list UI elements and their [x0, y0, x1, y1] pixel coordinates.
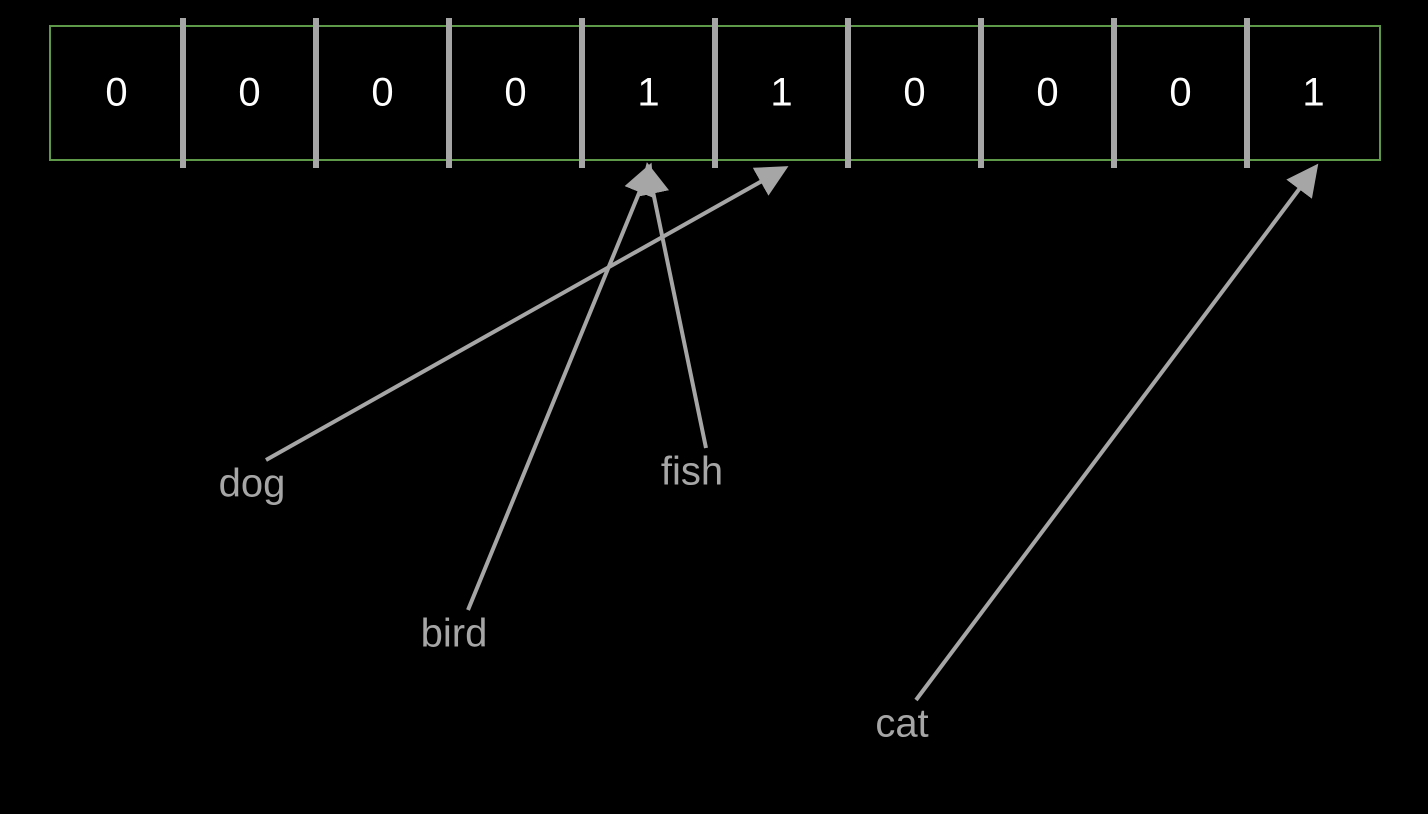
bit-value-3: 0	[504, 71, 526, 115]
bit-cell-6: 0	[848, 26, 981, 160]
bit-cell-3: 0	[449, 26, 582, 160]
bit-cell-8: 0	[1114, 26, 1247, 160]
bit-cell-0: 0	[50, 26, 183, 160]
bit-value-6: 0	[903, 71, 925, 115]
bit-value-9: 1	[1302, 71, 1324, 115]
bit-cell-9: 1	[1247, 26, 1380, 160]
bit-value-8: 0	[1169, 71, 1191, 115]
bit-value-4: 1	[637, 71, 659, 115]
bit-cell-2: 0	[316, 26, 449, 160]
bit-value-7: 0	[1036, 71, 1058, 115]
arrow-fish	[649, 170, 707, 448]
arrow-bird	[468, 170, 649, 610]
bit-cell-1: 0	[183, 26, 316, 160]
bit-value-2: 0	[371, 71, 393, 115]
bit-cell-5: 1	[715, 26, 848, 160]
input-labels: dog fish bird cat	[219, 450, 929, 746]
label-fish: fish	[661, 450, 723, 494]
label-dog: dog	[219, 462, 286, 506]
label-bird: bird	[421, 612, 488, 656]
arrow-cat	[916, 170, 1314, 700]
bit-cell-4: 1	[582, 26, 715, 160]
arrow-dog	[266, 170, 782, 460]
label-cat: cat	[875, 702, 928, 746]
bit-value-0: 0	[105, 71, 127, 115]
bit-cell-7: 0	[981, 26, 1114, 160]
bloom-filter-diagram: 0 0 0 0 1 1 0 0 0 1 dog fish bird cat	[0, 0, 1428, 814]
bit-value-5: 1	[770, 71, 792, 115]
bit-value-1: 0	[238, 71, 260, 115]
